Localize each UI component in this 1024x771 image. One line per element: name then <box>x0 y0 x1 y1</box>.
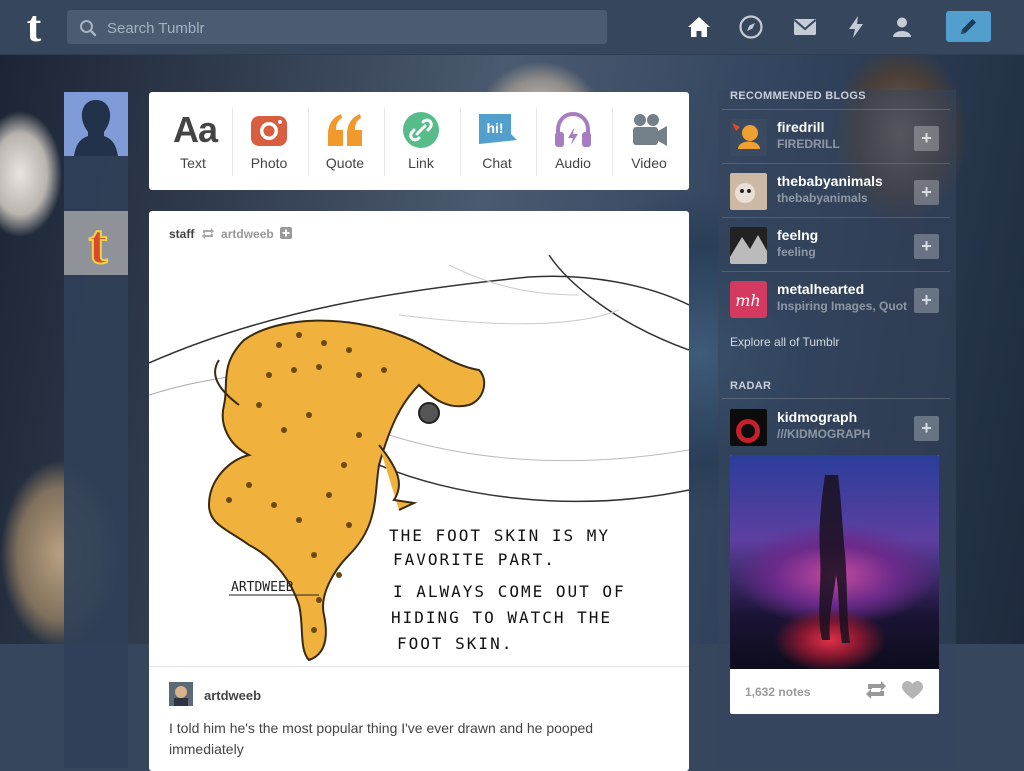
compose-post-button[interactable] <box>946 11 991 42</box>
artdweeb-avatar-icon <box>169 682 193 706</box>
blog-name: firedrill <box>777 119 825 135</box>
recommended-blog-item[interactable]: firedrill FIREDRILL + <box>722 110 950 164</box>
follow-button[interactable]: + <box>914 180 939 205</box>
post-image-gecko-drawing[interactable]: ARTDWEEB THE FOOT SKIN IS MY FAVORITE PA… <box>149 255 689 667</box>
svg-text:hi!: hi! <box>486 120 503 136</box>
caption-line: HIDING TO WATCH THE <box>391 608 612 627</box>
blog-subtitle: feeling <box>777 245 816 259</box>
svg-text:t: t <box>89 214 108 275</box>
blog-name: feelng <box>777 227 819 243</box>
post-type-link[interactable]: Link <box>383 92 459 190</box>
post-body-text: I told him he's the most popular thing I… <box>169 720 594 757</box>
feelng-avatar-icon <box>730 227 767 264</box>
notes-count[interactable]: 1,632 notes <box>745 685 810 699</box>
staff-avatar[interactable]: t <box>64 211 128 277</box>
blog-name: thebabyanimals <box>777 173 883 189</box>
post-type-photo[interactable]: Photo <box>231 92 307 190</box>
default-avatar-silhouette-icon <box>64 92 128 156</box>
blog-subtitle: FIREDRILL <box>777 137 840 151</box>
follow-plus-icon[interactable] <box>280 227 293 239</box>
blog-name: kidmograph <box>777 409 858 425</box>
recommended-blog-item[interactable]: mh metalhearted Inspiring Images, Quotes… <box>722 272 950 326</box>
dashboard-post: staff artdweeb ARTDWEEB THE FOOT SKIN IS… <box>149 211 689 771</box>
radar-post-card: 1,632 notes <box>730 455 939 714</box>
compose-pencil-icon <box>961 19 976 34</box>
caption-line: FOOT SKIN. <box>397 634 513 653</box>
recommended-blog-item[interactable]: feelng feeling + <box>722 218 950 272</box>
explore-compass-icon[interactable] <box>738 14 764 40</box>
reblog-avatar[interactable] <box>169 682 193 706</box>
post-type-label: Text <box>180 155 206 171</box>
blog-subtitle: thebabyanimals <box>777 191 868 205</box>
metalhearted-avatar-icon: mh <box>730 281 767 318</box>
post-author-link[interactable]: staff <box>169 227 194 241</box>
inbox-envelope-icon[interactable] <box>792 14 818 40</box>
post-type-label: Chat <box>482 155 512 171</box>
activity-lightning-icon[interactable] <box>843 14 869 40</box>
radar-blog-item[interactable]: kidmograph ///KIDMOGRAPH + <box>722 400 950 454</box>
quote-icon <box>328 114 362 146</box>
camera-icon <box>251 116 287 146</box>
caption-line: FAVORITE PART. <box>393 550 556 569</box>
post-type-label: Quote <box>325 155 365 171</box>
follow-button[interactable]: + <box>914 416 939 441</box>
divider <box>722 398 950 399</box>
caption-line: THE FOOT SKIN IS MY <box>389 526 610 545</box>
explore-all-link[interactable]: Explore all of Tumblr <box>730 335 839 349</box>
staff-tumblr-logo-icon: t <box>64 211 128 277</box>
tumblr-logo[interactable]: t <box>16 5 52 49</box>
link-icon <box>403 112 439 148</box>
video-camera-icon <box>633 114 667 146</box>
home-icon[interactable] <box>686 14 712 40</box>
svg-text:mh: mh <box>735 291 760 310</box>
reblog-username[interactable]: artdweeb <box>204 688 261 703</box>
post-type-label: Link <box>408 155 434 171</box>
post-type-chat[interactable]: hi! Chat <box>459 92 535 190</box>
post-type-quote[interactable]: Quote <box>307 92 383 190</box>
text-icon: Aa <box>173 109 218 150</box>
post-type-video[interactable]: Video <box>611 92 687 190</box>
artist-signature: ARTDWEEB <box>231 580 294 595</box>
search-icon <box>80 20 97 37</box>
follow-button[interactable]: + <box>914 234 939 259</box>
thebabyanimals-avatar-icon <box>730 173 767 210</box>
running-figure-illustration <box>819 475 850 643</box>
post-type-label: Audio <box>555 155 591 171</box>
follow-button[interactable]: + <box>914 288 939 313</box>
kidmograph-avatar-icon <box>730 409 767 446</box>
post-type-text[interactable]: Aa Text <box>155 92 231 190</box>
like-heart-icon[interactable] <box>902 681 923 700</box>
blog-subtitle: ///KIDMOGRAPH <box>777 427 871 441</box>
post-type-label: Photo <box>250 155 288 171</box>
search-box[interactable] <box>67 10 607 46</box>
follow-button[interactable]: + <box>914 126 939 151</box>
divider <box>149 666 689 667</box>
blog-subtitle: Inspiring Images, Quotes <box>777 299 907 313</box>
post-type-bar: Aa Text Photo Quote Link hi! Chat Audio … <box>149 92 689 190</box>
radar-title: RADAR <box>730 380 772 392</box>
user-avatar[interactable] <box>64 92 128 156</box>
reblog-small-icon <box>201 228 214 239</box>
firedrill-avatar-icon <box>730 119 767 156</box>
top-navigation-bar: t <box>0 0 1024 55</box>
reblog-icon[interactable] <box>865 681 887 699</box>
search-input[interactable] <box>105 10 599 46</box>
chat-icon: hi! <box>479 114 517 144</box>
recommended-blogs-title: RECOMMENDED BLOGS <box>730 90 866 102</box>
headphones-icon <box>555 111 591 147</box>
blog-name: metalhearted <box>777 281 865 297</box>
post-type-label: Video <box>631 155 667 171</box>
post-header: staff artdweeb <box>169 227 293 241</box>
caption-line: I ALWAYS COME OUT OF <box>393 582 626 601</box>
reblogged-from-link[interactable]: artdweeb <box>221 227 274 241</box>
recommended-blog-item[interactable]: thebabyanimals thebabyanimals + <box>722 164 950 218</box>
post-type-audio[interactable]: Audio <box>535 92 611 190</box>
radar-post-image[interactable] <box>730 455 939 669</box>
dashboard-left-rail <box>64 92 128 768</box>
account-person-icon[interactable] <box>889 14 915 40</box>
